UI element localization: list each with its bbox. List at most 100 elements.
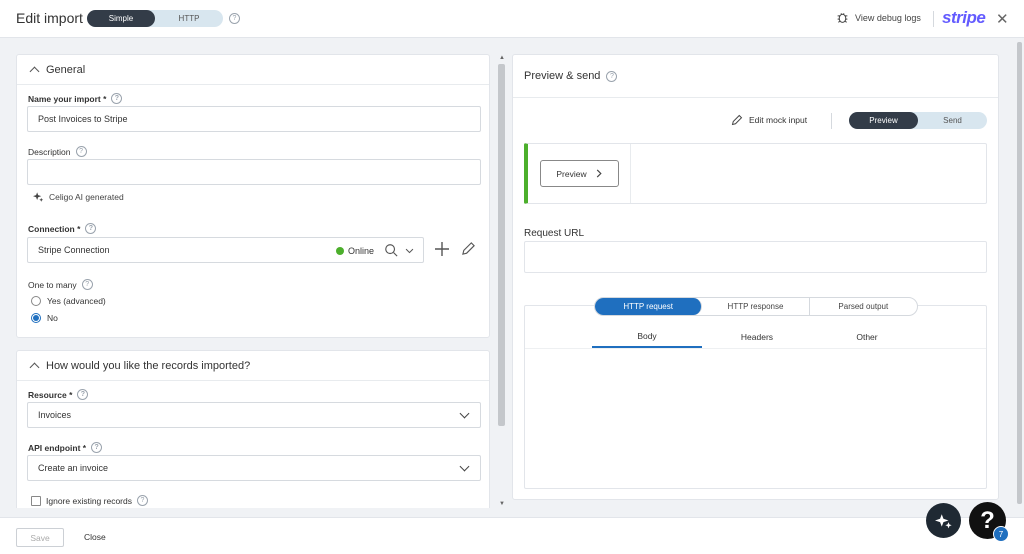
preview-button-label: Preview: [556, 168, 587, 179]
edit-mock-input-button[interactable]: Edit mock input: [731, 114, 807, 126]
divider: [831, 113, 832, 129]
one-to-many-label: One to many ?: [28, 279, 93, 290]
help-icon[interactable]: ?: [91, 442, 103, 453]
radio-circle[interactable]: [31, 296, 41, 306]
ai-generated-label: Celigo AI generated: [33, 191, 124, 202]
view-debug-logs-button[interactable]: View debug logs: [836, 11, 921, 24]
bug-icon: [837, 13, 848, 23]
divider: [525, 348, 986, 349]
request-url-field: [524, 241, 987, 273]
ignore-label: Ignore existing records: [46, 495, 132, 506]
stripe-logo: stripe: [942, 8, 986, 27]
help-icon[interactable]: ?: [606, 70, 618, 82]
help-icon[interactable]: ?: [77, 389, 89, 400]
http-tabs-box: HTTP request HTTP response Parsed output…: [524, 297, 987, 489]
preview-box: Preview: [524, 143, 987, 204]
close-icon[interactable]: ✕: [996, 10, 1009, 28]
radio-no[interactable]: No: [31, 313, 58, 323]
description-label: Description ?: [28, 146, 87, 157]
tab-body[interactable]: Body: [592, 326, 702, 348]
resource-select[interactable]: Invoices: [27, 402, 481, 428]
help-icon[interactable]: ?: [75, 146, 87, 157]
scroll-up-icon[interactable]: ▲: [499, 55, 505, 61]
help-icon[interactable]: ?: [137, 495, 148, 506]
divider: [630, 144, 631, 203]
connection-select[interactable]: Stripe Connection Online: [27, 237, 424, 263]
tab-http-response[interactable]: HTTP response: [702, 298, 810, 315]
connection-label-text: Connection *: [28, 223, 81, 234]
request-url-label: Request URL: [524, 228, 585, 239]
tab-preview[interactable]: Preview: [849, 112, 918, 129]
chevron-down-icon[interactable]: [459, 408, 470, 419]
page-title: Edit import: [16, 10, 83, 26]
scroll-thumb[interactable]: [1017, 42, 1022, 504]
debug-label: View debug logs: [855, 12, 921, 23]
page-scrollbar[interactable]: [1015, 38, 1024, 516]
sparkle-icon: [934, 513, 952, 528]
connection-icons: [384, 243, 415, 257]
help-icon[interactable]: ?: [85, 223, 97, 234]
endpoint-value: Create an invoice: [38, 463, 109, 473]
help-icon[interactable]: ?: [111, 93, 123, 104]
divider: [933, 11, 934, 27]
general-section-header[interactable]: General: [17, 55, 489, 85]
resource-value: Invoices: [38, 410, 72, 420]
tab-headers[interactable]: Headers: [702, 326, 812, 348]
description-label-text: Description: [28, 146, 71, 157]
tab-http-request[interactable]: HTTP request: [595, 298, 703, 315]
tab-send[interactable]: Send: [918, 116, 987, 125]
preview-button[interactable]: Preview: [540, 160, 619, 187]
radio-yes-label: Yes (advanced): [47, 296, 106, 306]
save-button[interactable]: Save: [16, 528, 64, 547]
general-section: General Name your import * ? Post Invoic…: [16, 54, 490, 338]
resource-label: Resource * ?: [28, 389, 89, 400]
one-to-many-label-text: One to many: [28, 279, 77, 290]
ignore-existing-checkbox[interactable]: Ignore existing records ?: [31, 495, 148, 506]
left-panel: General Name your import * ? Post Invoic…: [16, 54, 490, 508]
description-input[interactable]: [27, 159, 481, 185]
general-title: General: [46, 63, 86, 76]
chevron-up-icon: [29, 362, 40, 373]
search-icon[interactable]: [384, 243, 398, 257]
radio-no-label: No: [47, 313, 58, 323]
chevron-down-icon[interactable]: [404, 245, 415, 256]
endpoint-select[interactable]: Create an invoice: [27, 455, 481, 481]
ai-label-text: Celigo AI generated: [49, 191, 124, 202]
resource-label-text: Resource *: [28, 389, 73, 400]
radio-circle-selected[interactable]: [31, 313, 41, 323]
scroll-down-icon[interactable]: ▼: [499, 501, 505, 507]
preview-header: Preview & send ?: [513, 55, 998, 98]
name-label: Name your import * ?: [28, 93, 123, 104]
scroll-thumb[interactable]: [498, 64, 505, 426]
help-icon[interactable]: ?: [229, 13, 240, 24]
radio-yes[interactable]: Yes (advanced): [31, 296, 106, 306]
chevron-up-icon: [29, 66, 40, 77]
http-tabs: HTTP request HTTP response Parsed output: [594, 297, 918, 316]
pencil-icon: [731, 114, 743, 126]
preview-send-toggle[interactable]: Preview Send: [849, 112, 987, 129]
tab-other[interactable]: Other: [812, 326, 922, 348]
checkbox[interactable]: [31, 495, 41, 506]
mode-tab-http[interactable]: HTTP: [155, 14, 223, 23]
connection-value: Stripe Connection: [38, 245, 110, 255]
preview-panel: Preview & send ? Edit mock input Preview…: [512, 54, 999, 500]
name-input[interactable]: Post Invoices to Stripe: [27, 106, 481, 132]
status-dot: [336, 247, 344, 255]
close-button[interactable]: Close: [84, 532, 106, 542]
notification-badge: 7: [993, 526, 1009, 542]
left-scrollbar[interactable]: ▲ ▼: [496, 54, 507, 510]
help-icon[interactable]: ?: [81, 279, 93, 290]
add-icon[interactable]: [434, 241, 450, 257]
header-bar: Edit import Simple HTTP ? View debug log…: [0, 0, 1024, 38]
mode-toggle[interactable]: Simple HTTP: [87, 10, 223, 27]
mode-tab-simple[interactable]: Simple: [87, 10, 155, 27]
ai-assistant-button[interactable]: [926, 503, 961, 538]
chevron-down-icon[interactable]: [459, 461, 470, 472]
preview-title: Preview & send: [524, 70, 601, 82]
name-label-text: Name your import *: [28, 93, 107, 104]
records-section-header[interactable]: How would you like the records imported?: [17, 351, 489, 381]
tab-parsed-output[interactable]: Parsed output: [810, 298, 917, 315]
edit-icon[interactable]: [461, 241, 476, 256]
sub-tabs: Body Headers Other: [592, 326, 922, 348]
footer: Save Close: [0, 517, 1024, 554]
